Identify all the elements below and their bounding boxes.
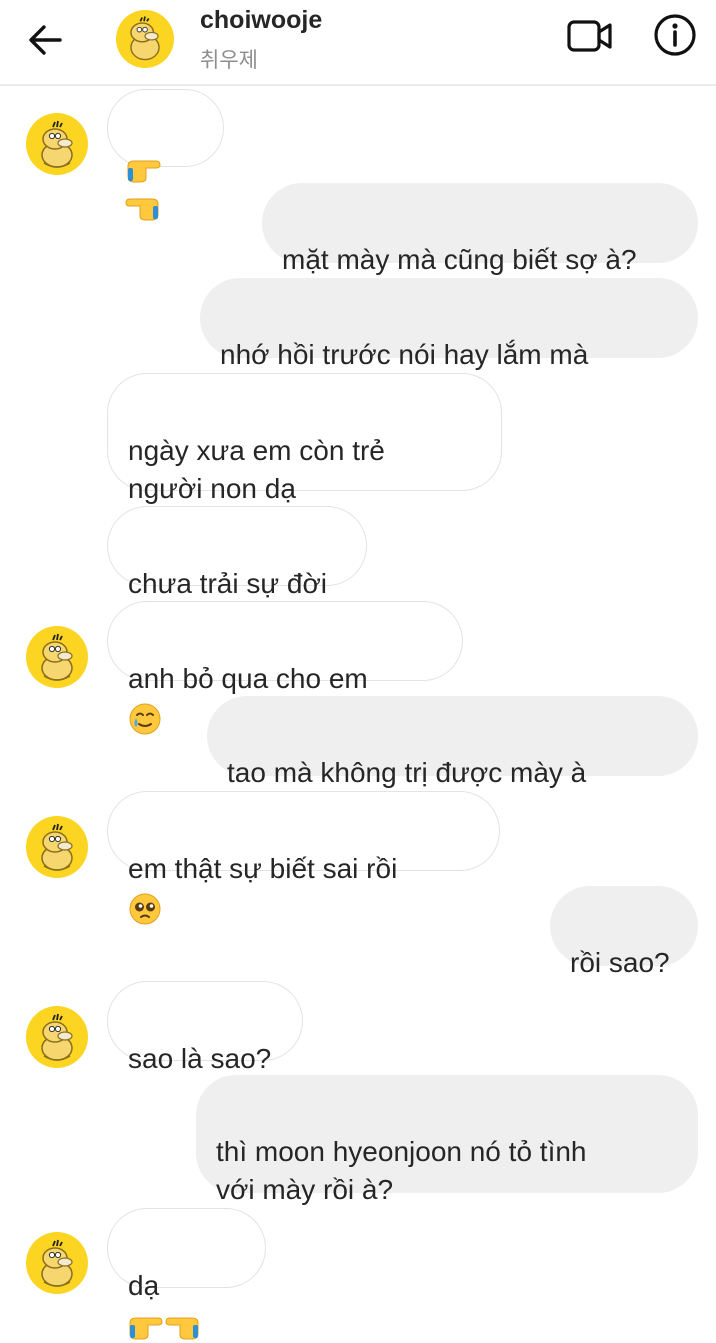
chat-header: choiwooje 취우제 [0, 0, 716, 86]
message-text: chưa trải sự đời [128, 568, 328, 599]
message-bubble-outgoing[interactable]: tao mà không trị được mày à [207, 696, 698, 829]
avatar[interactable] [25, 625, 89, 689]
message-text: thì moon hyeonjoon nó tỏ tình với mày rồ… [216, 1136, 587, 1205]
message-text: tao mà không trị được mày à [227, 757, 587, 788]
message-bubble-incoming[interactable]: anh bỏ qua cho em [107, 601, 463, 735]
message-bubble-incoming[interactable]: em thật sự biết sai rồi [107, 791, 500, 925]
finger-pointing-right-icon [127, 160, 161, 183]
message-bubble-incoming[interactable]: chưa trải sự đời [107, 506, 367, 599]
finger-pointing-right-icon [129, 1317, 163, 1340]
avatar[interactable] [25, 112, 89, 176]
message-text: ngày xưa em còn trẻ người non dạ [128, 435, 385, 504]
message-bubble-incoming[interactable] [107, 89, 224, 221]
message-text: anh bỏ qua cho em [128, 663, 368, 694]
info-button[interactable] [652, 12, 698, 58]
message-text: em thật sự biết sai rồi [128, 853, 398, 884]
message-bubble-outgoing[interactable]: mặt mày mà cũng biết sợ à? [262, 183, 698, 275]
finger-pointing-left-icon [165, 1317, 199, 1340]
message-text: dạ [128, 1270, 160, 1301]
message-text: sao là sao? [128, 1043, 272, 1074]
message-text: rồi sao? [570, 947, 670, 978]
info-icon [654, 14, 696, 56]
message-text: mặt mày mà cũng biết sợ à? [282, 244, 637, 275]
back-button[interactable] [22, 18, 70, 62]
pleading-face-icon [129, 892, 161, 925]
message-bubble-outgoing[interactable]: nhớ hồi trước nói hay lắm mà [200, 278, 698, 411]
avatar[interactable] [25, 1231, 89, 1295]
message-bubble-outgoing[interactable]: thì moon hyeonjoon nó tỏ tình với mày rồ… [196, 1075, 698, 1205]
avatar[interactable] [25, 1005, 89, 1069]
message-bubble-incoming[interactable]: sao là sao? [107, 981, 303, 1074]
message-bubble-incoming[interactable]: dạ [107, 1208, 266, 1340]
smiling-face-with-tear-icon [129, 702, 161, 735]
message-text: nhớ hồi trước nói hay lắm mà [220, 339, 589, 370]
header-subtitle: 취우제 [200, 49, 258, 72]
video-camera-icon [567, 20, 612, 52]
avatar[interactable] [25, 815, 89, 879]
arrow-left-icon [29, 25, 62, 55]
video-call-button[interactable] [566, 16, 614, 56]
avatar[interactable] [116, 10, 174, 68]
finger-pointing-left-icon [125, 198, 159, 221]
message-bubble-incoming[interactable]: ngày xưa em còn trẻ người non dạ [107, 373, 502, 504]
header-username[interactable]: choiwooje [200, 6, 322, 35]
message-bubble-outgoing[interactable]: rồi sao? [550, 886, 698, 978]
